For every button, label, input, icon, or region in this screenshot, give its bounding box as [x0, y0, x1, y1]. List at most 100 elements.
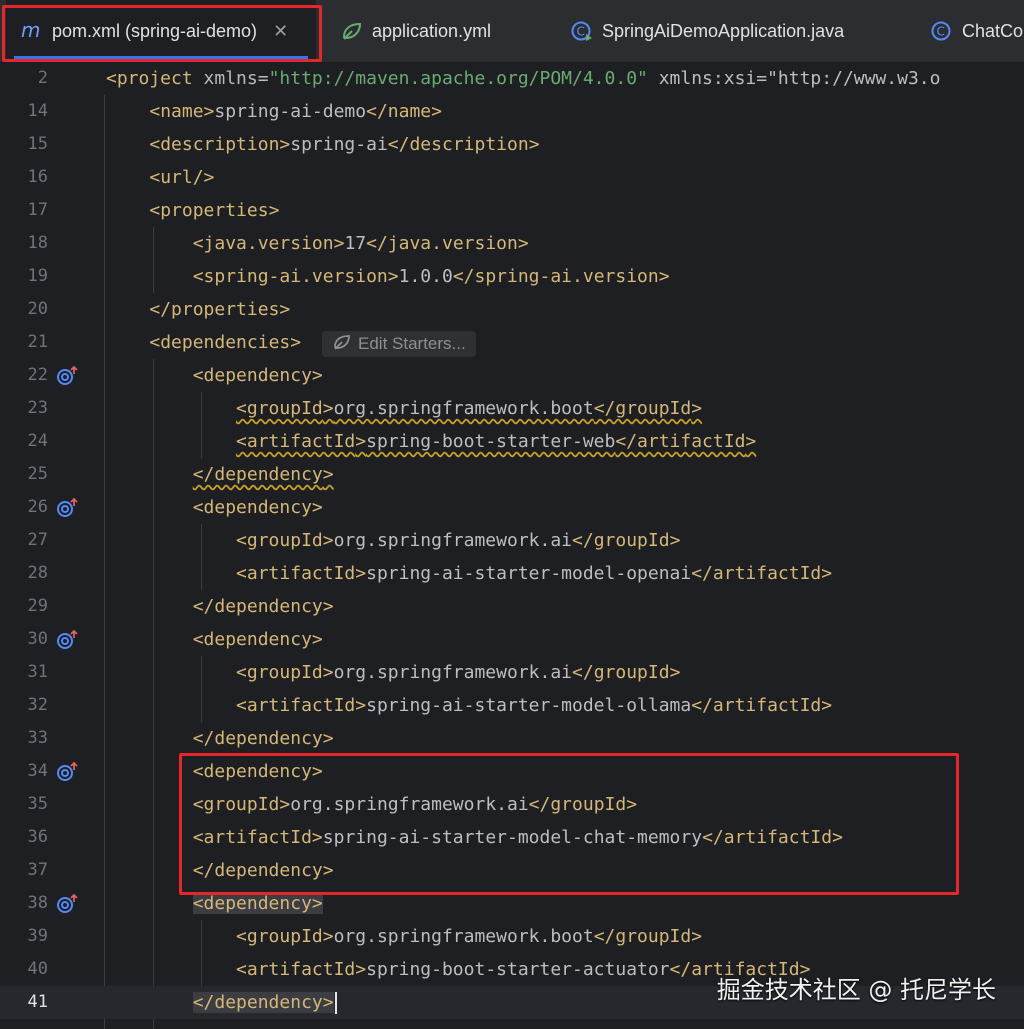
tab-label: SpringAiDemoApplication.java — [602, 20, 845, 41]
code-line[interactable]: 17 <properties> — [0, 194, 1024, 227]
line-number: 27 — [27, 530, 48, 550]
code-text[interactable]: <dependency> — [106, 491, 323, 524]
line-number: 40 — [27, 959, 48, 979]
code-line[interactable]: 18 <java.version>17</java.version> — [0, 227, 1024, 260]
line-number: 31 — [27, 662, 48, 682]
java-class-icon: C — [570, 20, 594, 42]
code-line[interactable]: 26 <dependency> — [0, 491, 1024, 524]
code-text[interactable]: <spring-ai.version>1.0.0</spring-ai.vers… — [106, 260, 670, 293]
line-number: 14 — [27, 101, 48, 121]
code-line[interactable]: 32 <artifactId>spring-ai-starter-model-o… — [0, 689, 1024, 722]
code-editor[interactable]: 2 <project xmlns="http://maven.apache.org… — [0, 62, 1024, 1029]
line-number: 36 — [27, 827, 48, 847]
line-number: 23 — [27, 398, 48, 418]
code-text[interactable]: <dependency> — [106, 359, 323, 392]
tab-springaidemoapplication-java[interactable]: C SpringAiDemoApplication.java — [570, 0, 844, 62]
code-line[interactable]: 33 </dependency> — [0, 722, 1024, 755]
code-line[interactable]: 38 <dependency> — [0, 887, 1024, 920]
code-line[interactable]: 15 <description>spring-ai</description> — [0, 128, 1024, 161]
line-number: 32 — [27, 695, 48, 715]
code-text[interactable]: <groupId>org.springframework.boot</group… — [106, 920, 702, 953]
tab-application-yml[interactable]: application.yml — [340, 0, 491, 62]
code-text[interactable]: <groupId>org.springframework.ai</groupId… — [106, 788, 637, 821]
code-text[interactable]: <groupId>org.springframework.boot</group… — [106, 392, 702, 425]
code-line[interactable]: 31 <groupId>org.springframework.ai</grou… — [0, 656, 1024, 689]
code-text[interactable]: <artifactId>spring-ai-starter-model-open… — [106, 557, 832, 590]
code-text[interactable]: </dependency> — [106, 854, 334, 887]
code-line[interactable]: 23 <groupId>org.springframework.boot</gr… — [0, 392, 1024, 425]
line-number: 41 — [27, 992, 48, 1012]
line-number: 28 — [27, 563, 48, 583]
code-text[interactable]: <artifactId>spring-ai-starter-model-chat… — [106, 821, 843, 854]
line-number: 19 — [27, 266, 48, 286]
code-text[interactable]: <description>spring-ai</description> — [106, 128, 539, 161]
code-text[interactable]: <artifactId>spring-ai-starter-model-olla… — [106, 689, 832, 722]
code-text[interactable]: <dependency> — [106, 755, 323, 788]
line-number: 18 — [27, 233, 48, 253]
code-line[interactable]: 34 <dependency> — [0, 755, 1024, 788]
code-text[interactable]: <dependency> — [106, 887, 323, 920]
code-line[interactable]: 37 </dependency> — [0, 854, 1024, 887]
class-c-icon: C — [930, 20, 954, 42]
code-text[interactable]: <properties> — [106, 194, 279, 227]
code-text[interactable]: <groupId>org.springframework.ai</groupId… — [106, 524, 680, 557]
watermark: 掘金技术社区 @ 托尼学长 — [716, 976, 996, 1004]
line-number: 20 — [27, 299, 48, 319]
code-line[interactable]: 29 </dependency> — [0, 590, 1024, 623]
code-text[interactable]: <project xmlns="http://maven.apache.org/… — [106, 62, 940, 95]
code-line[interactable]: 21 <dependencies> — [0, 326, 1024, 359]
editor-tab-bar: m pom.xml (spring-ai-demo) ✕ application… — [0, 0, 1024, 63]
code-text[interactable]: <dependency> — [106, 623, 323, 656]
line-number: 26 — [27, 497, 48, 517]
dependency-arrow-icon[interactable] — [56, 893, 80, 915]
code-line[interactable]: 16 <url/> — [0, 161, 1024, 194]
code-text[interactable]: </dependency> — [106, 986, 337, 1019]
code-text[interactable]: </dependency> — [106, 590, 334, 623]
dependency-arrow-icon[interactable] — [56, 365, 80, 387]
code-text[interactable]: <groupId>org.springframework.ai</groupId… — [106, 656, 680, 689]
code-text[interactable]: <dependencies> — [106, 326, 301, 359]
line-number: 22 — [27, 365, 48, 385]
line-number: 39 — [27, 926, 48, 946]
line-number: 29 — [27, 596, 48, 616]
code-line[interactable]: 19 <spring-ai.version>1.0.0</spring-ai.v… — [0, 260, 1024, 293]
line-number: 35 — [27, 794, 48, 814]
code-text[interactable]: </dependency> — [106, 722, 334, 755]
maven-icon: m — [20, 20, 44, 42]
code-text[interactable]: </properties> — [106, 293, 290, 326]
svg-text:C: C — [577, 25, 585, 39]
dependency-arrow-icon[interactable] — [56, 761, 80, 783]
code-line[interactable]: 39 <groupId>org.springframework.boot</gr… — [0, 920, 1024, 953]
code-line[interactable]: 30 <dependency> — [0, 623, 1024, 656]
code-line[interactable]: 27 <groupId>org.springframework.ai</grou… — [0, 524, 1024, 557]
code-text[interactable]: <artifactId>spring-boot-starter-actuator… — [106, 953, 810, 986]
close-tab-icon[interactable]: ✕ — [273, 21, 288, 42]
code-line[interactable]: 24 <artifactId>spring-boot-starter-web</… — [0, 425, 1024, 458]
edit-starters-hint[interactable]: Edit Starters... — [322, 331, 476, 357]
code-line[interactable]: 2 <project xmlns="http://maven.apache.org… — [0, 62, 1024, 95]
tab-chatco[interactable]: C ChatCo — [930, 0, 1023, 62]
line-number: 30 — [27, 629, 48, 649]
line-number: 24 — [27, 431, 48, 451]
code-line[interactable]: 14 <name>spring-ai-demo</name> — [0, 95, 1024, 128]
line-number: 34 — [27, 761, 48, 781]
code-line[interactable]: 35 <groupId>org.springframework.ai</grou… — [0, 788, 1024, 821]
code-line[interactable]: 22 <dependency> — [0, 359, 1024, 392]
code-text[interactable]: <artifactId>spring-boot-starter-web</art… — [106, 425, 756, 458]
dependency-arrow-icon[interactable] — [56, 497, 80, 519]
spring-leaf-icon — [340, 20, 364, 42]
svg-text:C: C — [937, 25, 945, 39]
code-line[interactable]: 20 </properties> — [0, 293, 1024, 326]
line-number: 2 — [37, 68, 48, 88]
code-text[interactable]: <url/> — [106, 161, 214, 194]
line-number: 25 — [27, 464, 48, 484]
code-text[interactable]: </dependency> — [106, 458, 334, 491]
tab-label: pom.xml (spring-ai-demo) — [52, 20, 258, 41]
code-text[interactable]: <java.version>17</java.version> — [106, 227, 529, 260]
code-text[interactable]: <name>spring-ai-demo</name> — [106, 95, 442, 128]
dependency-arrow-icon[interactable] — [56, 629, 80, 651]
code-line[interactable]: 28 <artifactId>spring-ai-starter-model-o… — [0, 557, 1024, 590]
code-line[interactable]: 25 </dependency> — [0, 458, 1024, 491]
code-line[interactable]: 36 <artifactId>spring-ai-starter-model-c… — [0, 821, 1024, 854]
tab-pom-xml[interactable]: m pom.xml (spring-ai-demo) ✕ — [6, 0, 316, 62]
